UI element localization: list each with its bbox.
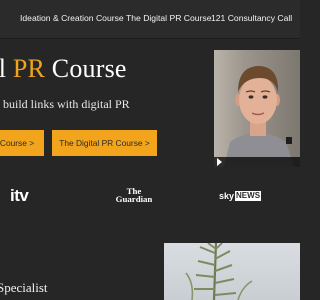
news-logo-text: NEWS (235, 191, 262, 201)
itv-logo: itv (10, 186, 29, 205)
hero-title: al PR Course (0, 54, 127, 84)
course-button[interactable]: Course > (0, 130, 44, 156)
guardian-logo: The Guardian (112, 187, 156, 204)
play-icon[interactable] (217, 158, 222, 166)
video-presenter-thumbnail (224, 66, 294, 167)
guardian-logo-line2: Guardian (115, 194, 153, 204)
plant-illustration (185, 243, 253, 300)
digital-pr-course-button[interactable]: The Digital PR Course > (52, 130, 157, 156)
nav-link-digital-pr-course[interactable]: The Digital PR Course (126, 13, 212, 23)
plant-image (164, 243, 300, 300)
video-player[interactable] (214, 50, 300, 167)
top-nav: Ideation & Creation Course The Digital P… (0, 0, 300, 39)
video-control-bar (214, 157, 300, 167)
specialist-heading: Specialist (0, 280, 48, 295)
hero-subtitle: o build links with digital PR (0, 97, 130, 111)
hero-title-accent: PR (12, 54, 46, 83)
nav-link-ideation-course[interactable]: Ideation & Creation Course (20, 13, 124, 23)
hero-title-prefix: al (0, 54, 7, 83)
hero-title-suffix: Course (45, 54, 127, 83)
sky-logo-text: sky (219, 191, 235, 201)
nav-link-consultancy-call[interactable]: 121 Consultancy Call (211, 13, 292, 23)
sky-news-logo: sky NEWS (219, 191, 262, 201)
